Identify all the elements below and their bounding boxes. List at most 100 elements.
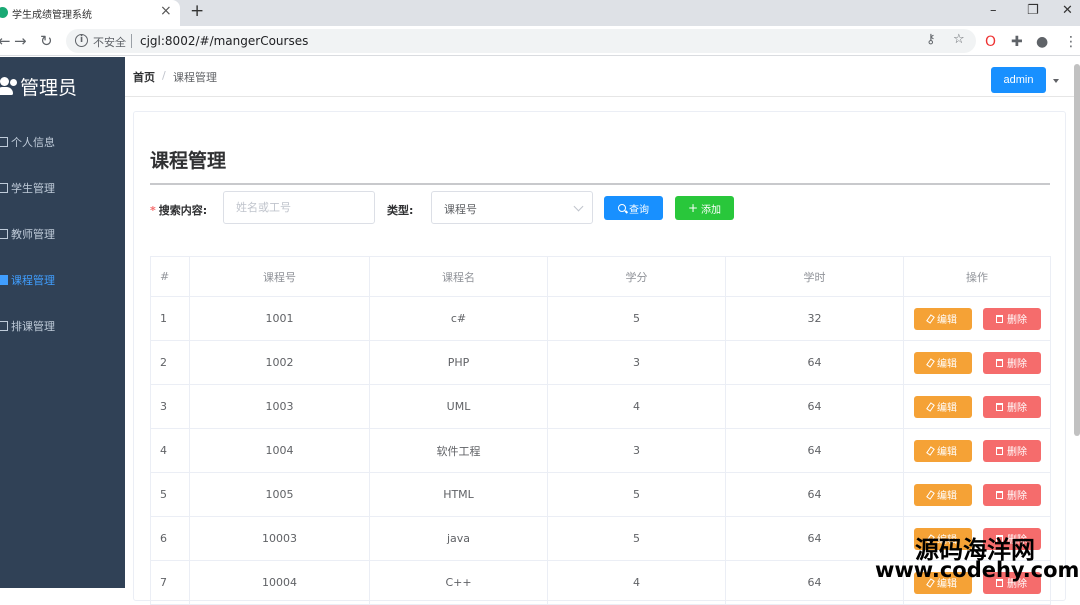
omnibox[interactable]: i 不安全 cjgl:8002/#/mangerCourses ⚷ ☆ [66,29,976,53]
edit-button[interactable]: 编辑 [913,307,972,330]
cell-index: 2 [150,340,190,385]
sidebar-item-teachers[interactable]: 教师管理 [0,211,125,257]
type-select[interactable]: 课程号 [431,191,593,224]
content-card: 课程管理 *搜索内容: 类型: 课程号 查询 + 添加 # 课程号 课程名 学分… [133,111,1066,605]
cell-hours: 64 [725,340,904,385]
row-actions: 编辑 删除 [904,307,1050,330]
cell-course-id: 10004 [189,560,370,605]
search-input[interactable] [223,191,375,224]
breadcrumb-current: 课程管理 [173,71,217,84]
sidebar-item-profile[interactable]: 个人信息 [0,119,125,165]
cell-index: 6 [150,516,190,561]
title-divider [150,183,1050,185]
cell-course-id: 1005 [189,472,370,517]
watermark: 源码海洋网 www.codehy.com [875,530,1080,588]
delete-button-label: 删除 [1007,447,1027,458]
cell-hours: 64 [725,472,904,517]
cell-credit: 4 [547,384,726,429]
table-row: 5 1005 HTML 5 64 编辑 删除 [150,472,1051,517]
close-window-icon[interactable]: ✕ [1062,3,1073,18]
table-row: 2 1002 PHP 3 64 编辑 删除 [150,340,1051,385]
delete-button[interactable]: 删除 [982,395,1041,418]
breadcrumb-home[interactable]: 首页 [133,69,155,85]
delete-button[interactable]: 删除 [982,483,1041,506]
search-label-text: 搜索内容: [158,204,208,217]
col-credit: 学分 [547,256,726,297]
trash-icon [996,314,1003,323]
cell-actions: 编辑 删除 [903,428,1051,473]
caret-down-icon[interactable] [1053,79,1059,83]
info-icon[interactable]: i [75,34,88,47]
restore-icon[interactable]: ❐ [1027,3,1039,18]
plus-icon: + [687,201,699,215]
browser-tab-bar: 学生成绩管理系统 × + – ❐ ✕ [0,0,1080,26]
star-icon[interactable]: ☆ [953,32,965,47]
cell-course-name: c# [369,296,548,341]
cell-course-name: C++ [369,560,548,605]
cell-actions: 编辑 删除 [903,384,1051,429]
edit-button[interactable]: 编辑 [913,483,972,506]
row-actions: 编辑 删除 [904,395,1050,418]
edit-button-label: 编辑 [937,447,957,458]
puzzle-icon[interactable]: ✚ [1011,34,1023,50]
edit-button[interactable]: 编辑 [913,351,972,374]
col-hours: 学时 [725,256,904,297]
type-select-value: 课程号 [444,203,477,216]
cell-index: 3 [150,384,190,429]
delete-button-label: 删除 [1007,491,1027,502]
sidebar-menu: 个人信息 学生管理 教师管理 课程管理 排课管理 [0,119,125,349]
edit-button-label: 编辑 [937,491,957,502]
cell-index: 5 [150,472,190,517]
sidebar-item-schedule[interactable]: 排课管理 [0,303,125,349]
minimize-icon[interactable]: – [990,3,997,18]
query-button[interactable]: 查询 [604,196,663,220]
url-text[interactable]: cjgl:8002/#/mangerCourses [140,34,308,48]
teacher-icon [0,229,8,239]
browser-tab[interactable]: 学生成绩管理系统 × [0,0,180,26]
brand-title: 管理员 [20,76,78,99]
omnibox-divider [131,34,132,48]
query-button-label: 查询 [629,204,649,216]
more-icon[interactable]: ⋮ [1064,34,1078,50]
delete-button[interactable]: 删除 [982,351,1041,374]
close-icon[interactable]: × [160,3,172,19]
row-actions: 编辑 删除 [904,483,1050,506]
edit-button[interactable]: 编辑 [913,395,972,418]
cell-actions: 编辑 删除 [903,472,1051,517]
schedule-icon [0,321,8,331]
profile-icon[interactable]: ● [1036,34,1048,50]
cell-credit: 3 [547,428,726,473]
edit-icon [926,489,935,500]
user-menu-button[interactable]: admin [991,67,1046,93]
sidebar-item-courses[interactable]: 课程管理 [0,257,125,303]
sidebar-item-label: 个人信息 [11,136,55,149]
edit-button-label: 编辑 [937,403,957,414]
key-icon[interactable]: ⚷ [926,32,936,47]
back-icon[interactable]: ← [0,32,11,50]
cell-course-name: HTML [369,472,548,517]
edit-button[interactable]: 编辑 [913,439,972,462]
edit-icon [926,401,935,412]
required-asterisk: * [150,204,156,217]
page-scrollbar[interactable] [1074,64,1080,436]
delete-button[interactable]: 删除 [982,307,1041,330]
cell-credit: 5 [547,472,726,517]
insecure-label: 不安全 [93,36,126,49]
delete-button-label: 删除 [1007,403,1027,414]
cell-index: 4 [150,428,190,473]
cell-course-name: 软件工程 [369,428,548,473]
cell-credit: 3 [547,340,726,385]
sidebar-item-label: 课程管理 [11,274,55,287]
plus-icon[interactable]: + [190,1,204,21]
add-button-label: 添加 [701,204,722,216]
sidebar-item-students[interactable]: 学生管理 [0,165,125,211]
opera-icon[interactable]: O [985,34,996,50]
table-header-row: # 课程号 课程名 学分 学时 操作 [150,256,1051,297]
trash-icon [996,490,1003,499]
favicon-icon [0,7,8,18]
forward-icon[interactable]: → [14,32,27,50]
add-button[interactable]: + 添加 [675,196,734,220]
delete-button[interactable]: 删除 [982,439,1041,462]
reload-icon[interactable]: ↻ [40,32,53,50]
edit-button-label: 编辑 [937,315,957,326]
